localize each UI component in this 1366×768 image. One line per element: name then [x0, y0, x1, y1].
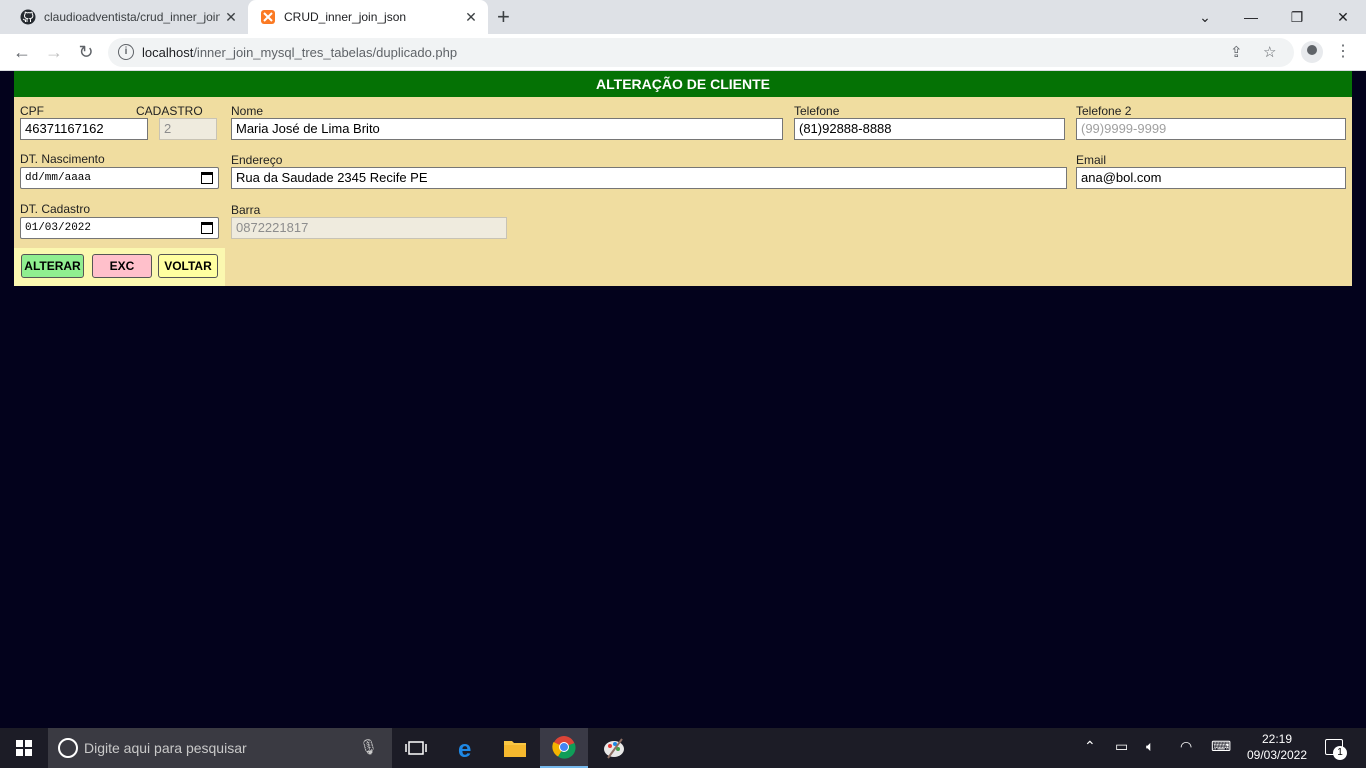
- telefone-label: Telefone: [794, 104, 840, 118]
- windows-start-icon[interactable]: [16, 740, 32, 756]
- taskbar-search-box[interactable]: Digite aqui para pesquisar 🎙︎: [48, 728, 392, 768]
- address-bar[interactable]: i localhost/inner_join_mysql_tres_tabela…: [108, 38, 1294, 67]
- taskbar-search-placeholder: Digite aqui para pesquisar: [84, 740, 247, 756]
- forward-icon[interactable]: →: [42, 40, 66, 64]
- file-explorer-icon[interactable]: [491, 728, 539, 768]
- tab-title: CRUD_inner_join_json: [284, 10, 407, 24]
- cortana-icon: [58, 738, 78, 758]
- cadastro-label: CADASTRO: [136, 104, 203, 118]
- alterar-button[interactable]: ALTERAR: [21, 254, 84, 278]
- notification-count-badge: 1: [1333, 746, 1347, 760]
- endereco-label: Endereço: [231, 153, 283, 167]
- tab-close-icon[interactable]: ✕: [460, 9, 482, 26]
- minimize-icon[interactable]: —: [1228, 0, 1274, 34]
- paint-icon[interactable]: [590, 728, 638, 768]
- keyboard-icon[interactable]: ⌨: [1211, 738, 1231, 755]
- barra-field: 0872221817: [231, 217, 507, 239]
- dt-cadastro-field[interactable]: 01/03/2022: [20, 217, 219, 239]
- email-label: Email: [1076, 153, 1107, 167]
- page-title: ALTERAÇÃO DE CLIENTE: [14, 71, 1352, 97]
- tab-search-icon[interactable]: ⌄: [1182, 0, 1228, 34]
- volume-icon[interactable]: 🔈︎: [1146, 738, 1154, 755]
- menu-dots-icon[interactable]: ⋮: [1335, 41, 1351, 61]
- exc-button[interactable]: EXC: [92, 254, 152, 278]
- calendar-icon[interactable]: [201, 222, 213, 234]
- telefone2-label: Telefone 2: [1076, 104, 1132, 118]
- reload-icon[interactable]: ↻: [74, 40, 98, 64]
- tab-title: claudioadventista/crud_inner_join_json: [44, 10, 220, 24]
- task-view-icon[interactable]: [392, 728, 440, 768]
- nome-label: Nome: [231, 104, 264, 118]
- tab-github[interactable]: claudioadventista/crud_inner_join_json ✕: [8, 0, 248, 34]
- profile-avatar-icon[interactable]: [1301, 41, 1323, 63]
- xampp-icon: [261, 10, 275, 24]
- edge-icon[interactable]: e: [443, 728, 491, 768]
- share-icon[interactable]: ⇪: [1230, 43, 1243, 61]
- battery-icon[interactable]: ▭: [1115, 738, 1128, 755]
- tray-chevron-up-icon[interactable]: ⌃: [1084, 738, 1096, 755]
- github-icon: [20, 9, 36, 25]
- calendar-icon[interactable]: [201, 172, 213, 184]
- url-text[interactable]: localhost/inner_join_mysql_tres_tabelas/…: [142, 45, 457, 60]
- windows-taskbar: Digite aqui para pesquisar 🎙︎ e ⌃ ▭ 🔈︎ ◠…: [0, 728, 1366, 768]
- new-tab-icon[interactable]: +: [497, 5, 510, 29]
- bookmark-star-icon[interactable]: ☆: [1263, 43, 1276, 61]
- telefone2-field[interactable]: (99)9999-9999: [1076, 118, 1346, 140]
- dt-nascimento-field[interactable]: dd/mm/aaaa: [20, 167, 219, 189]
- close-window-icon[interactable]: ✕: [1320, 0, 1366, 34]
- barra-label: Barra: [231, 203, 261, 217]
- cpf-field[interactable]: 46371167162: [20, 118, 148, 140]
- restore-icon[interactable]: ❐: [1274, 0, 1320, 34]
- cpf-label: CPF: [20, 104, 44, 118]
- browser-tab-bar: claudioadventista/crud_inner_join_json ✕…: [0, 0, 1366, 34]
- client-edit-form: ALTERAÇÃO DE CLIENTE CPF 46371167162 CAD…: [14, 71, 1352, 286]
- tab-close-icon[interactable]: ✕: [220, 9, 242, 26]
- endereco-field[interactable]: Rua da Saudade 2345 Recife PE: [231, 167, 1067, 189]
- network-icon[interactable]: ◠: [1180, 738, 1192, 755]
- voltar-button[interactable]: VOLTAR: [158, 254, 218, 278]
- microphone-icon[interactable]: 🎙︎: [359, 738, 378, 756]
- back-icon[interactable]: ←: [10, 40, 34, 64]
- dt-nascimento-label: DT. Nascimento: [20, 152, 105, 166]
- clock-time: 22:19: [1261, 732, 1293, 746]
- nome-field[interactable]: Maria José de Lima Brito: [231, 118, 783, 140]
- chrome-icon[interactable]: [540, 728, 588, 768]
- action-buttons: ALTERAR EXC VOLTAR: [14, 248, 225, 286]
- tab-crud[interactable]: CRUD_inner_join_json ✕: [248, 0, 488, 34]
- taskbar-clock[interactable]: 22:19 09/03/2022: [1242, 731, 1312, 763]
- site-info-icon[interactable]: i: [118, 44, 134, 60]
- email-field[interactable]: ana@bol.com: [1076, 167, 1346, 189]
- browser-toolbar: ← → ↻ i localhost/inner_join_mysql_tres_…: [0, 34, 1366, 71]
- clock-date: 09/03/2022: [1246, 748, 1308, 762]
- dt-cadastro-label: DT. Cadastro: [20, 202, 91, 216]
- svg-text:e: e: [458, 736, 471, 760]
- telefone-field[interactable]: (81)92888-8888: [794, 118, 1065, 140]
- cadastro-field: 2: [159, 118, 217, 140]
